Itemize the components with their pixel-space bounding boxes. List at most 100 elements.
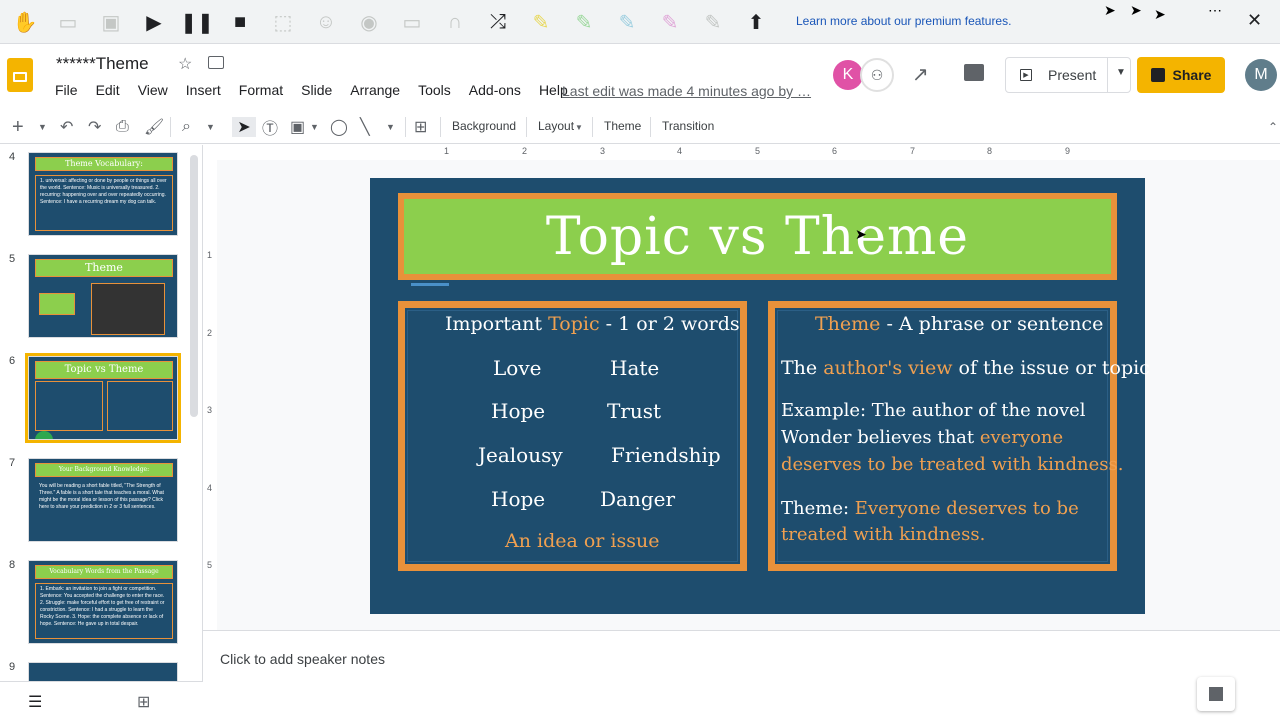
slide-title-box[interactable]: Topic vs Theme — [398, 193, 1117, 280]
menu-tools[interactable]: Tools — [418, 82, 451, 98]
collaborator-avatar[interactable]: K — [833, 60, 863, 90]
theme-statement-line-2: treated with kindness. — [781, 524, 986, 545]
shape-icon[interactable]: ◯ — [330, 117, 348, 137]
chevron-down-icon[interactable]: ▼ — [310, 117, 319, 137]
chevron-down-icon[interactable]: ▼ — [575, 117, 583, 137]
thumbnail-left-card — [35, 381, 103, 431]
filmstrip-scrollbar[interactable] — [190, 155, 198, 417]
activity-trend-icon[interactable]: ↗ — [912, 62, 929, 87]
menu-format[interactable]: Format — [239, 82, 283, 98]
hand-icon[interactable]: ✋ — [12, 9, 38, 35]
stop-icon[interactable]: ■ — [227, 9, 253, 35]
menu-file[interactable]: File — [55, 82, 78, 98]
background-button[interactable]: Background — [452, 119, 516, 133]
select-tool-icon[interactable]: ➤ — [232, 117, 256, 137]
slide-thumbnail[interactable]: Your Background Knowledge: You will be r… — [28, 458, 178, 542]
upload-icon[interactable]: ⬆ — [743, 9, 769, 35]
select-icon[interactable]: ⬚ — [270, 9, 296, 35]
chevron-up-icon[interactable]: ⌃ — [1268, 117, 1278, 137]
document-title[interactable]: ******Theme — [56, 54, 149, 74]
transition-button[interactable]: Transition — [662, 119, 714, 133]
slide-title: Topic vs Theme — [545, 206, 970, 267]
pause-icon[interactable]: ❚❚ — [180, 9, 214, 35]
theme-heading: Theme - A phrase or sentence — [815, 313, 1103, 335]
present-label: Present — [1048, 67, 1097, 83]
chevron-down-icon[interactable]: ▼ — [1116, 67, 1126, 78]
premium-features-link[interactable]: Learn more about our premium features. — [796, 14, 1011, 28]
image-insert-icon[interactable]: ▣ — [290, 117, 305, 137]
present-button[interactable]: ▶ Present ▼ — [1005, 57, 1131, 93]
line-icon[interactable]: ╲ — [360, 117, 370, 137]
topic-word: Love — [493, 356, 542, 380]
thumbnail-body: 1. Embark: an invitation to join a fight… — [35, 583, 173, 639]
comment-add-icon[interactable]: ⊞ — [414, 117, 427, 137]
lock-icon — [1150, 68, 1165, 82]
thumbnail-title: Topic vs Theme — [35, 361, 173, 379]
layout-button[interactable]: Layout — [538, 119, 574, 133]
thumbnail-title: Vocabulary Words from the Passage — [35, 565, 173, 579]
highlight-yellow-icon[interactable]: ✎ — [528, 9, 554, 35]
highlight-clear-icon[interactable]: ✎ — [700, 9, 726, 35]
menu-insert[interactable]: Insert — [186, 82, 221, 98]
cursor-icon: ➤ — [1130, 2, 1142, 18]
slide-thumbnail[interactable]: Vocabulary Words from the Passage 1. Emb… — [28, 560, 178, 644]
paint-format-icon[interactable]: 🖌 — [144, 117, 164, 137]
share-label: Share — [1172, 67, 1212, 83]
vertical-ruler: 1 2 3 4 5 — [203, 160, 217, 620]
redo-icon[interactable]: ↷ — [88, 117, 101, 137]
highlight-pink-icon[interactable]: ✎ — [657, 9, 683, 35]
share-button[interactable]: Share — [1137, 57, 1225, 93]
close-icon[interactable]: ✕ — [1247, 10, 1262, 31]
chevron-down-icon[interactable]: ▼ — [206, 117, 215, 137]
list-view-icon[interactable]: ☰ — [28, 692, 42, 712]
menu-slide[interactable]: Slide — [301, 82, 332, 98]
new-slide-icon[interactable]: + — [12, 116, 24, 138]
menu-edit[interactable]: Edit — [96, 82, 120, 98]
highlight-blue-icon[interactable]: ✎ — [614, 9, 640, 35]
account-avatar[interactable]: M — [1245, 59, 1277, 91]
zoom-icon[interactable]: ⌕ — [182, 117, 191, 137]
explore-icon — [1209, 687, 1223, 701]
present-divider — [1107, 58, 1108, 92]
chevron-down-icon[interactable]: ▼ — [386, 117, 395, 137]
theme-button[interactable]: Theme — [604, 119, 641, 133]
menu-view[interactable]: View — [138, 82, 168, 98]
star-icon[interactable]: ☆ — [178, 54, 192, 74]
menu-addons[interactable]: Add-ons — [469, 82, 521, 98]
book-icon[interactable]: ▭ — [55, 9, 81, 35]
explore-button[interactable] — [1197, 677, 1235, 711]
menu-bar: File Edit View Insert Format Slide Arran… — [55, 82, 586, 98]
comments-icon[interactable] — [964, 64, 984, 81]
print-icon[interactable]: ⎙ — [116, 117, 129, 137]
title-underline — [411, 283, 449, 286]
text-box-icon[interactable]: Ⓣ — [262, 117, 278, 138]
slide-thumbnail[interactable] — [28, 662, 178, 681]
play-icon[interactable]: ▶ — [141, 9, 167, 35]
shuffle-icon[interactable]: ⤮ — [485, 9, 511, 35]
slide-thumbnail-selected[interactable]: Topic vs Theme — [25, 353, 181, 443]
editing-toolbar: + ▼ ↶ ↷ ⎙ 🖌 ⌕ ▼ ➤ Ⓣ ▣ ▼ ◯ ╲ ▼ ⊞ Backgrou… — [0, 110, 1280, 144]
slides-logo-icon[interactable] — [7, 58, 33, 92]
slide-thumbnail[interactable]: Theme Vocabulary: 1. universal: affectin… — [28, 152, 178, 236]
highlight-green-icon[interactable]: ✎ — [571, 9, 597, 35]
chevron-down-icon[interactable]: ▼ — [38, 117, 47, 137]
folder-move-icon[interactable] — [208, 56, 224, 69]
more-icon[interactable]: ⋯ — [1208, 2, 1222, 19]
notes-divider[interactable] — [203, 630, 1280, 631]
example-line-2: Wonder believes that everyone — [781, 427, 1063, 448]
grid-view-icon[interactable]: ⊞ — [137, 692, 150, 712]
undo-icon[interactable]: ↶ — [60, 117, 73, 137]
thumbnail-badge — [35, 431, 53, 439]
eye-icon[interactable]: ◉ — [356, 9, 382, 35]
anonymous-users-icon[interactable]: ⚇ — [860, 58, 894, 92]
headphones-icon[interactable]: ∩ — [442, 9, 468, 35]
ruler-tick: 5 — [207, 560, 213, 570]
topic-word: Hope — [491, 399, 546, 423]
last-edit-link[interactable]: Last edit was made 4 minutes ago by … — [562, 83, 811, 99]
image-icon[interactable]: ▣ — [98, 9, 124, 35]
menu-arrange[interactable]: Arrange — [350, 82, 400, 98]
screen-icon[interactable]: ▭ — [399, 9, 425, 35]
speech-icon[interactable]: ☺ — [313, 9, 339, 35]
speaker-notes-field[interactable]: Click to add speaker notes — [220, 651, 385, 667]
slide-thumbnail[interactable]: Theme — [28, 254, 178, 338]
